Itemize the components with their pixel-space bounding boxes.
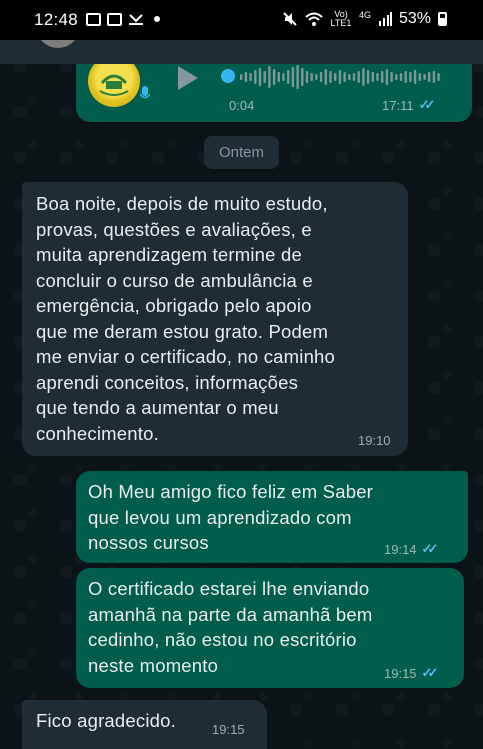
waveform-bar [263,71,266,83]
waveform-bar [329,71,332,83]
network-type: 4G [358,10,371,20]
waveform-bar [366,70,370,84]
notification-icons [86,12,160,26]
message-text: Boa noite, depois de muito estudo, provas… [36,191,394,446]
more-notifications-icon [154,16,160,22]
message-time: 19:14 [384,541,417,557]
waveform-bar [362,68,365,86]
waveform-bar [423,74,426,80]
waveform-bar [432,71,436,83]
message-time: 19:15 [212,722,245,737]
waveform-bar [296,65,299,89]
message-line: muita aprendizagem termine de [36,244,302,265]
waveform-bar [348,74,351,80]
missed-call-icon [129,14,143,25]
waveform-bar [287,70,290,84]
waveform-bar [282,73,285,81]
status-right: Vo) LTE1 4G 53% [282,10,447,28]
message-meta: 19:15 [212,722,245,737]
waveform-bar [240,74,243,80]
message-line: provas, questões e avaliações, e [36,218,312,240]
message-line: cedinho, não estou no escritório [88,629,357,650]
message-meta: 19:10 [358,433,391,448]
message-line: que me deram estou grato. Podem [36,320,329,342]
status-time: 12:48 [34,10,79,29]
voice-time: 17:11 [382,97,414,113]
gallery-icon [86,12,101,26]
read-receipt-icon: ✓✓ [421,665,439,680]
message-line: que tendo a aumentar o meu [36,397,279,418]
waveform-bar [254,70,257,84]
waveform-bar [244,72,248,82]
waveform-bar [343,72,346,82]
waveform-bar [268,66,271,88]
status-bar: 12:48 Vo) LTE1 4G 53% [0,0,483,40]
message-line: conhecimento. [36,422,159,444]
message-meta: 19:15 ✓✓ [384,665,439,681]
waveform-bar [357,71,360,83]
play-button[interactable] [178,66,198,90]
message-meta: 19:14 ✓✓ [384,541,439,557]
message-line: me enviar o certificado, no caminho [36,346,336,367]
waveform-bar [404,71,407,83]
waveform-bar [418,73,421,81]
date-divider: Ontem [204,136,279,169]
message-line: emergência, obrigado pelo apoio [36,295,312,316]
waveform-bar [334,73,337,81]
message-line: que levou um aprendizado com [88,506,352,528]
voice-waveform[interactable] [240,62,445,92]
waveform-bar [305,71,309,83]
waveform-bar [352,73,356,81]
waveform-bar [385,69,389,85]
app-icon [107,12,122,26]
volte-label: Vo) LTE1 [330,9,352,28]
waveform-bar [371,72,374,82]
read-receipt-icon: ✓✓ [418,97,436,112]
message-line: O certificado estarei lhe enviando [88,578,370,599]
waveform-bar [277,72,280,82]
waveform-bar [319,72,323,82]
waveform-bar [291,67,295,87]
battery-icon [438,12,447,26]
waveform-bar [428,72,431,82]
playback-scrubber[interactable] [221,69,235,83]
message-line: Boa noite, depois de muito estudo, [36,193,328,214]
waveform-bar [395,74,398,80]
waveform-bar [272,69,276,85]
message-line: aprendi conceitos, informações [36,371,299,393]
waveform-bar [324,69,327,85]
message-line: concluir o curso de ambulância e [36,269,313,291]
waveform-bar [310,73,313,81]
message-line: Oh Meu amigo fico feliz em Saber [88,481,374,502]
waveform-bar [258,68,262,86]
waveform-bar [301,68,304,86]
waveform-bar [376,73,379,81]
waveform-bar [399,73,403,81]
waveform-bar [338,70,342,84]
mute-icon [283,12,297,26]
wifi-icon [305,12,323,26]
waveform-bar [249,73,252,81]
waveform-bar [437,73,440,81]
battery-percent: 53% [398,10,431,27]
message-time: 19:10 [358,433,391,448]
message-text: O certificado estarei lhe enviando amanhã… [88,576,452,678]
message-bubble-incoming[interactable]: Boa noite, depois de muito estudo, provas… [22,182,408,456]
waveform-bar [409,72,412,82]
message-line: amanhã na parte da amanhã bem [88,603,373,625]
waveform-bar [315,74,318,80]
chat-header[interactable] [0,40,483,64]
signal-icon [378,12,392,26]
waveform-bar [390,72,393,82]
waveform-bar [381,71,384,83]
microphone-icon [140,86,150,99]
voice-duration: 0:04 [229,98,255,113]
waveform-bar [413,70,417,84]
voice-meta: 17:11 ✓✓ [382,97,436,113]
read-receipt-icon: ✓✓ [421,541,439,556]
message-time: 19:15 [384,665,417,681]
